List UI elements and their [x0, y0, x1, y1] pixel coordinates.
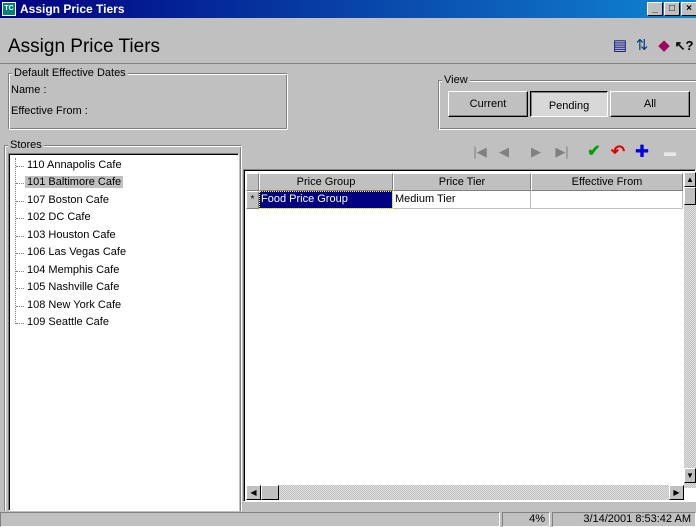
app-icon: TC — [2, 2, 16, 16]
delete-icon[interactable]: ▬ — [660, 142, 680, 162]
store-item-new-york[interactable]: 108 New York Cafe — [16, 299, 123, 311]
scroll-up-button[interactable]: ▲ — [684, 172, 696, 187]
cell-price-tier[interactable]: Medium Tier — [393, 191, 531, 209]
header-area: Assign Price Tiers ▤ ⇅ ◆ ↖? — [0, 18, 696, 64]
store-item-seattle[interactable]: 109 Seattle Cafe — [16, 316, 111, 328]
pending-view-button[interactable]: Pending — [530, 91, 608, 117]
store-item-annapolis[interactable]: 110 Annapolis Cafe — [16, 159, 124, 171]
horizontal-scroll-thumb[interactable] — [261, 485, 279, 500]
next-record-icon[interactable]: ▶ — [526, 142, 546, 162]
column-header-effective-from[interactable]: Effective From — [531, 173, 683, 191]
status-bar: 4% 3/14/2001 8:53:42 AM — [0, 511, 696, 527]
previous-record-icon[interactable]: ◀ — [494, 142, 514, 162]
stores-tree[interactable]: 110 Annapolis Cafe 101 Baltimore Cafe 10… — [8, 153, 239, 511]
all-view-button[interactable]: All — [610, 91, 690, 117]
scroll-left-button[interactable]: ◀ — [246, 485, 261, 500]
first-record-icon[interactable]: |◀ — [470, 142, 490, 162]
scroll-right-button[interactable]: ▶ — [669, 485, 684, 500]
page-title: Assign Price Tiers — [8, 36, 161, 57]
name-label: Name : — [11, 84, 47, 96]
column-header-price-tier[interactable]: Price Tier — [393, 173, 531, 191]
default-effective-dates-legend: Default Effective Dates — [12, 67, 128, 79]
document-icon[interactable]: ▤ — [610, 36, 630, 56]
price-tier-grid[interactable]: Price Group Price Tier Effective From * … — [243, 169, 696, 502]
new-row-indicator: * — [246, 191, 259, 209]
effective-from-label: Effective From : — [11, 105, 88, 117]
window-title: Assign Price Tiers — [20, 2, 125, 16]
grid-vertical-scrollbar[interactable]: ▲ ▼ — [684, 172, 696, 488]
cell-price-group[interactable]: Food Price Group — [259, 191, 393, 209]
last-record-icon[interactable]: ▶| — [552, 142, 572, 162]
save-check-icon[interactable]: ✔ — [584, 142, 604, 162]
book-icon[interactable]: ◆ — [654, 36, 674, 56]
store-item-memphis[interactable]: 104 Memphis Cafe — [16, 264, 121, 276]
default-effective-dates-group: Default Effective Dates Name : Effective… — [8, 67, 288, 130]
close-button[interactable]: × — [681, 2, 696, 16]
grid-horizontal-scrollbar[interactable]: ◀ ▶ — [246, 485, 684, 500]
minimize-button[interactable]: _ — [647, 2, 663, 16]
view-legend: View — [442, 74, 470, 86]
status-percent: 4% — [502, 512, 550, 527]
current-view-button[interactable]: Current — [448, 91, 528, 117]
undo-icon[interactable]: ↶ — [608, 142, 628, 162]
vertical-scroll-thumb[interactable] — [684, 187, 696, 205]
store-item-houston[interactable]: 103 Houston Cafe — [16, 229, 118, 241]
store-item-nashville[interactable]: 105 Nashville Cafe — [16, 281, 121, 293]
add-icon[interactable]: ✚ — [632, 142, 652, 162]
store-item-las-vegas[interactable]: 106 Las Vegas Cafe — [16, 246, 128, 258]
store-item-dc[interactable]: 102 DC Cafe — [16, 211, 93, 223]
scroll-down-button[interactable]: ▼ — [684, 468, 696, 483]
stores-legend: Stores — [8, 139, 44, 151]
status-message — [0, 512, 500, 527]
store-item-baltimore[interactable]: 101 Baltimore Cafe — [16, 176, 124, 188]
view-group: View Current Pending All — [438, 74, 696, 130]
column-header-price-group[interactable]: Price Group — [259, 173, 393, 191]
refresh-icon[interactable]: ⇅ — [632, 36, 652, 56]
row-header-corner — [246, 173, 259, 191]
status-datetime: 3/14/2001 8:53:42 AM — [552, 512, 696, 527]
cell-effective-from[interactable] — [531, 191, 683, 209]
window-titlebar[interactable]: TC Assign Price Tiers _ □ × — [0, 0, 696, 18]
store-item-boston[interactable]: 107 Boston Cafe — [16, 194, 111, 206]
help-icon[interactable]: ↖? — [674, 36, 694, 56]
maximize-button[interactable]: □ — [664, 2, 680, 16]
